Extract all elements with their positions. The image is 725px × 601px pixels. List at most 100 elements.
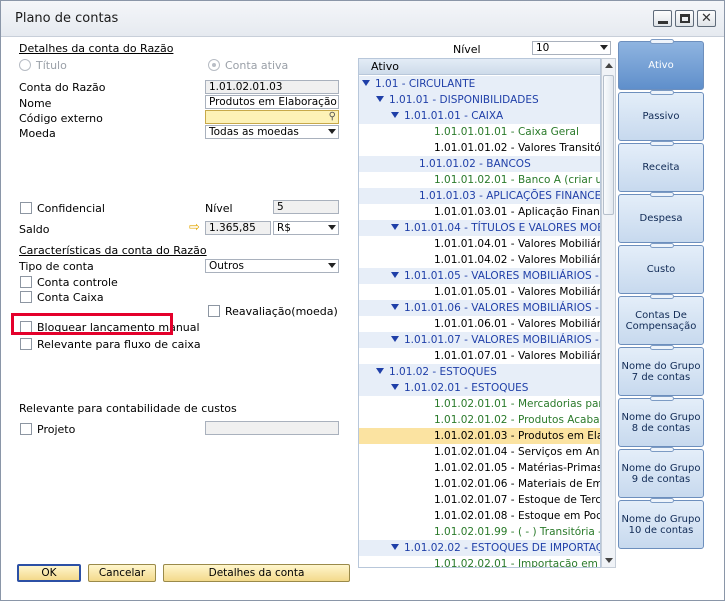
expand-triangle-icon[interactable] [376,368,384,374]
maximize-button[interactable] [675,10,694,27]
expand-triangle-icon[interactable] [391,112,399,118]
expand-triangle-icon[interactable] [391,384,399,390]
minimize-button[interactable] [653,10,672,27]
tree-row[interactable]: 1.01.02.01.04 - Serviços em Andamen [359,444,600,460]
tree-row[interactable]: 1.01.01.03 - APLICAÇÕES FINANCEIRA [359,188,600,204]
tree-row[interactable]: 1.01.01.07.01 - Valores Mobiliários - Aj [359,348,600,364]
relevante-custos-label: Relevante para contabilidade de custos [19,402,237,415]
expand-triangle-icon[interactable] [362,80,370,86]
nome-field[interactable]: Produtos em Elaboração [205,95,339,109]
drawer-tab[interactable]: Nome do Grupo 7 de contas [618,345,704,396]
drawer-tab-label: Nome do Grupo 8 de contas [621,411,701,434]
projeto-field [205,421,339,435]
tree-row[interactable]: 1.01.01.07 - VALORES MOBILIÁRIOS - A [359,332,600,348]
nivel-dropdown[interactable]: 10 [532,41,611,55]
tree-row[interactable]: 1.01.01.02.01 - Banco A (criar uma co [359,172,600,188]
tree-row[interactable]: 1.01.02.01.07 - Estoque de Terceiro [359,492,600,508]
conta-razao-field[interactable]: 1.01.02.01.03 [205,80,339,94]
tree-row[interactable]: 1.01.01.04 - TÍTULOS E VALORES MOBI [359,220,600,236]
drawer-tab[interactable]: Custo [618,243,704,294]
drawer-tab[interactable]: Contas De Compensação [618,294,704,345]
drawer-tab-label: Ativo [648,60,674,71]
tree-row[interactable]: 1.01.01.06 - VALORES MOBILIÁRIOS - A [359,300,600,316]
expand-triangle-icon[interactable] [391,304,399,310]
drawer-tab[interactable]: Receita [618,141,704,192]
tree-row[interactable]: 1.01.01.01.02 - Valores Transitórios [359,140,601,156]
conta-razao-label: Conta do Razão [19,81,106,94]
tab-handle-icon [650,90,674,95]
tree-row[interactable]: 1.01.02 - ESTOQUES [359,364,600,380]
tree-row[interactable]: 1.01.01.02 - BANCOS [359,156,600,172]
tipo-conta-label: Tipo de conta [19,260,94,273]
drawer-tab[interactable]: Nome do Grupo 9 de contas [618,447,704,498]
tree-row[interactable]: 1.01.01.01.01 - Caixa Geral [359,124,600,140]
relevante-fluxo-checkbox[interactable] [20,338,32,350]
tree-row-label: 1.01.01.01.02 - Valores Transitórios [434,142,601,154]
cancel-button[interactable]: Cancelar [88,564,156,582]
drawer-tab-label: Passivo [642,111,680,122]
tree-row-label: 1.01.01 - DISPONIBILIDADES [389,94,539,106]
radio-titulo[interactable] [19,59,31,71]
tree-row-label: 1.01.02.01.01 - Mercadorias para Reve [434,398,600,410]
account-details-button[interactable]: Detalhes da conta [163,564,350,582]
confidencial-checkbox[interactable] [20,202,32,214]
tipo-conta-dropdown[interactable]: Outros [205,259,339,273]
scroll-down-icon[interactable] [605,558,613,563]
tree-row[interactable]: 1.01.02.01.06 - Materiais de Embalager [359,476,600,492]
tree-row[interactable]: 1.01.01.05 - VALORES MOBILIÁRIOS - A [359,268,600,284]
tree-row[interactable]: 1.01 - CIRCULANTE [359,76,600,92]
tree-row[interactable]: 1.01.02.01.05 - Matérias-Primas (Insur [359,460,600,476]
currency-dropdown[interactable]: R$ [273,221,339,235]
highlight-box [11,313,173,335]
tab-handle-icon [650,447,674,452]
tree-row[interactable]: 1.01.02.01.08 - Estoque em Poder de T [359,508,600,524]
tree-row[interactable]: 1.01.01.04.01 - Valores Mobiliários - M [359,236,600,252]
nivel2-field: 5 [273,200,339,214]
section-account-characteristics: Características da conta do Razão [19,244,207,257]
tree-row[interactable]: 1.01.02.01.02 - Produtos Acabados [359,412,600,428]
tree-row[interactable]: 1.01.02.02 - ESTOQUES DE IMPORTAÇÃ [359,540,600,556]
tree-row[interactable]: 1.01.01.01 - CAIXA [359,108,600,124]
expand-triangle-icon[interactable] [391,224,399,230]
ok-button[interactable]: OK [17,564,81,582]
projeto-checkbox[interactable] [20,423,32,435]
drawer-tab-label: Nome do Grupo 9 de contas [621,462,701,485]
account-tree[interactable]: Ativo 1.01 - CIRCULANTE 1.01.01 - DISPONI… [358,58,601,568]
tree-row[interactable]: 1.01.01.06.01 - Valores Mobiliários - Aj [359,316,600,332]
expand-triangle-icon[interactable] [391,544,399,550]
drawer-tab-label: Despesa [639,213,683,224]
drawer-tab[interactable]: Nome do Grupo 10 de contas [618,498,704,549]
conta-caixa-label: Conta Caixa [37,291,104,304]
tree-row[interactable]: 1.01.01.04.02 - Valores Mobiliários - M [359,252,600,268]
tree-row[interactable]: 1.01.02.01.03 - Produtos em Elaboraç [359,428,600,444]
drawer-tab[interactable]: Passivo [618,90,704,141]
drawer-tab[interactable]: Despesa [618,192,704,243]
expand-triangle-icon[interactable] [391,272,399,278]
tree-row[interactable]: 1.01.02.01.01 - Mercadorias para Reve [359,396,600,412]
expand-triangle-icon[interactable] [391,336,399,342]
arrow-right-icon[interactable]: ⇨ [189,220,200,235]
moeda-dropdown[interactable]: Todas as moedas [205,125,339,139]
projeto-label: Projeto [37,423,76,436]
radio-conta-ativa[interactable] [208,59,220,71]
tree-row[interactable]: 1.01.02.01.99 - ( - ) Transitória - Rece [359,524,600,540]
tree-row[interactable]: 1.01.01 - DISPONIBILIDADES [359,92,600,108]
conta-caixa-checkbox[interactable] [20,291,32,303]
tree-scrollbar[interactable] [601,58,616,568]
reavaliacao-checkbox[interactable] [208,305,220,317]
drawer-tab-label: Receita [642,162,680,173]
tree-row[interactable]: 1.01.02.02.01 - Importação em Andan [359,556,600,567]
scroll-thumb[interactable] [603,75,614,215]
scroll-up-icon[interactable] [605,63,613,68]
tree-row[interactable]: 1.01.02.01 - ESTOQUES [359,380,600,396]
close-button[interactable]: ✕ [697,10,716,27]
tree-row-label: 1.01.02.01.06 - Materiais de Embalager [434,478,600,490]
conta-controle-checkbox[interactable] [20,276,32,288]
search-icon[interactable]: ⚲ [329,111,336,123]
drawer-tab[interactable]: Nome do Grupo 8 de contas [618,396,704,447]
expand-triangle-icon[interactable] [376,96,384,102]
tree-row[interactable]: 1.01.01.03.01 - Aplicação Financeira - [359,204,600,220]
tree-row[interactable]: 1.01.01.05.01 - Valores Mobiliários - Aj [359,284,600,300]
drawer-tab[interactable]: Ativo [618,39,704,90]
codigo-externo-field[interactable]: ⚲ [205,110,339,124]
